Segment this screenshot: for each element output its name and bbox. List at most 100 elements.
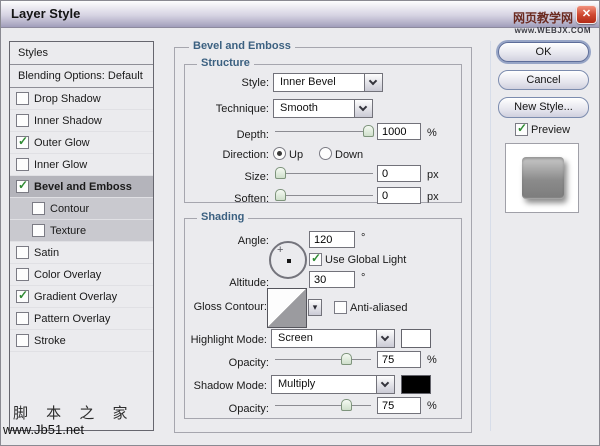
- cancel-button[interactable]: Cancel: [498, 70, 589, 90]
- checkbox-icon[interactable]: [16, 114, 29, 127]
- highlight-opacity-slider[interactable]: [275, 353, 371, 366]
- technique-dropdown[interactable]: Smooth: [273, 99, 373, 118]
- sidebar-item-blending-options[interactable]: Blending Options: Default: [10, 65, 153, 88]
- checkbox-icon[interactable]: [16, 136, 29, 149]
- watermark-site-name: 网页教学网: [501, 9, 573, 26]
- sidebar-item-label: Satin: [34, 247, 59, 259]
- highlight-opacity-label: Opacity:: [181, 357, 269, 369]
- highlight-opacity-input[interactable]: [377, 351, 421, 368]
- highlight-mode-dropdown[interactable]: Screen: [271, 329, 395, 348]
- structure-title: Structure: [197, 57, 254, 69]
- close-icon[interactable]: ✕: [576, 5, 597, 24]
- shadow-opacity-unit: %: [427, 400, 437, 412]
- panel-title: Bevel and Emboss: [189, 40, 295, 52]
- soften-unit: px: [427, 191, 439, 203]
- angle-unit: °: [361, 232, 365, 244]
- new-style-button[interactable]: New Style...: [498, 97, 589, 118]
- chevron-down-icon[interactable]: [364, 74, 382, 91]
- depth-unit: %: [427, 127, 437, 139]
- gloss-contour-swatch[interactable]: [267, 288, 307, 328]
- chevron-down-icon[interactable]: [376, 376, 394, 393]
- slider-thumb[interactable]: [275, 189, 286, 201]
- size-input[interactable]: [377, 165, 421, 182]
- slider-thumb[interactable]: [341, 399, 352, 411]
- ok-button[interactable]: OK: [498, 42, 589, 62]
- sidebar-item-label: Stroke: [34, 335, 66, 347]
- checkbox-icon[interactable]: [16, 312, 29, 325]
- checkbox-icon[interactable]: [16, 246, 29, 259]
- direction-down-radio[interactable]: [319, 147, 332, 160]
- shadow-opacity-input[interactable]: [377, 397, 421, 414]
- sidebar-item-label: Contour: [50, 203, 89, 215]
- checkbox-icon[interactable]: [16, 268, 29, 281]
- size-label: Size:: [181, 171, 269, 183]
- sidebar-item-color-overlay[interactable]: Color Overlay: [10, 264, 153, 286]
- soften-input[interactable]: [377, 187, 421, 204]
- layer-style-dialog: Layer Style 网页教学网 ✕ www.WEBJX.COM Styles…: [0, 0, 600, 446]
- gloss-contour-label: Gloss Contour:: [171, 301, 267, 313]
- sidebar-item-bevel-and-emboss[interactable]: Bevel and Emboss: [10, 176, 153, 198]
- angle-label: Angle:: [181, 235, 269, 247]
- styles-sidebar: Styles Blending Options: Default Drop Sh…: [9, 41, 154, 431]
- sidebar-item-label: Color Overlay: [34, 269, 101, 281]
- checkbox-icon[interactable]: [32, 224, 45, 237]
- angle-pointer-icon: +: [277, 244, 283, 256]
- direction-up-label: Up: [289, 149, 303, 161]
- sidebar-item-label: Texture: [50, 225, 86, 237]
- sidebar-item-drop-shadow[interactable]: Drop Shadow: [10, 88, 153, 110]
- altitude-input[interactable]: [309, 271, 355, 288]
- contour-dropdown-icon[interactable]: ▾: [308, 299, 322, 316]
- shadow-color-swatch[interactable]: [401, 375, 431, 394]
- slider-thumb[interactable]: [341, 353, 352, 365]
- sidebar-item-contour[interactable]: Contour: [10, 198, 153, 220]
- preview-thumbnail: [505, 143, 579, 213]
- slider-thumb[interactable]: [275, 167, 286, 179]
- depth-slider[interactable]: [275, 125, 373, 138]
- angle-dial[interactable]: +: [269, 241, 307, 279]
- watermark-footer-name: 脚 本 之 家: [13, 402, 135, 423]
- slider-thumb[interactable]: [363, 125, 374, 137]
- checkbox-icon[interactable]: [16, 158, 29, 171]
- checkbox-icon[interactable]: [16, 92, 29, 105]
- sidebar-item-texture[interactable]: Texture: [10, 220, 153, 242]
- sidebar-item-styles[interactable]: Styles: [10, 42, 153, 65]
- highlight-color-swatch[interactable]: [401, 329, 431, 348]
- direction-down-label: Down: [335, 149, 363, 161]
- depth-label: Depth:: [181, 129, 269, 141]
- use-global-light-checkbox[interactable]: [309, 253, 322, 266]
- highlight-mode-label: Highlight Mode:: [167, 334, 267, 346]
- highlight-mode-value: Screen: [278, 332, 313, 344]
- title-bar[interactable]: Layer Style 网页教学网 ✕: [1, 1, 600, 28]
- chevron-down-icon[interactable]: [376, 330, 394, 347]
- sidebar-item-label: Gradient Overlay: [34, 291, 117, 303]
- sidebar-item-satin[interactable]: Satin: [10, 242, 153, 264]
- style-dropdown[interactable]: Inner Bevel: [273, 73, 383, 92]
- sidebar-item-label: Inner Glow: [34, 159, 87, 171]
- depth-input[interactable]: [377, 123, 421, 140]
- soften-label: Soften:: [181, 193, 269, 205]
- chevron-down-icon[interactable]: [354, 100, 372, 117]
- style-label: Style:: [181, 77, 269, 89]
- shadow-mode-dropdown[interactable]: Multiply: [271, 375, 395, 394]
- altitude-label: Altitude:: [181, 277, 269, 289]
- preview-checkbox[interactable]: [515, 123, 528, 136]
- sidebar-item-label: Inner Shadow: [34, 115, 102, 127]
- size-slider[interactable]: [275, 167, 373, 180]
- checkbox-icon[interactable]: [16, 180, 29, 193]
- shadow-opacity-slider[interactable]: [275, 399, 371, 412]
- checkbox-icon[interactable]: [16, 290, 29, 303]
- sidebar-item-gradient-overlay[interactable]: Gradient Overlay: [10, 286, 153, 308]
- sidebar-item-stroke[interactable]: Stroke: [10, 330, 153, 352]
- size-unit: px: [427, 169, 439, 181]
- soften-slider[interactable]: [275, 189, 373, 202]
- direction-up-radio[interactable]: [273, 147, 286, 160]
- sidebar-item-outer-glow[interactable]: Outer Glow: [10, 132, 153, 154]
- sidebar-item-inner-shadow[interactable]: Inner Shadow: [10, 110, 153, 132]
- checkbox-icon[interactable]: [16, 334, 29, 347]
- anti-aliased-checkbox[interactable]: [334, 301, 347, 314]
- angle-input[interactable]: [309, 231, 355, 248]
- checkbox-icon[interactable]: [32, 202, 45, 215]
- sidebar-item-pattern-overlay[interactable]: Pattern Overlay: [10, 308, 153, 330]
- shadow-mode-label: Shadow Mode:: [167, 380, 267, 392]
- sidebar-item-inner-glow[interactable]: Inner Glow: [10, 154, 153, 176]
